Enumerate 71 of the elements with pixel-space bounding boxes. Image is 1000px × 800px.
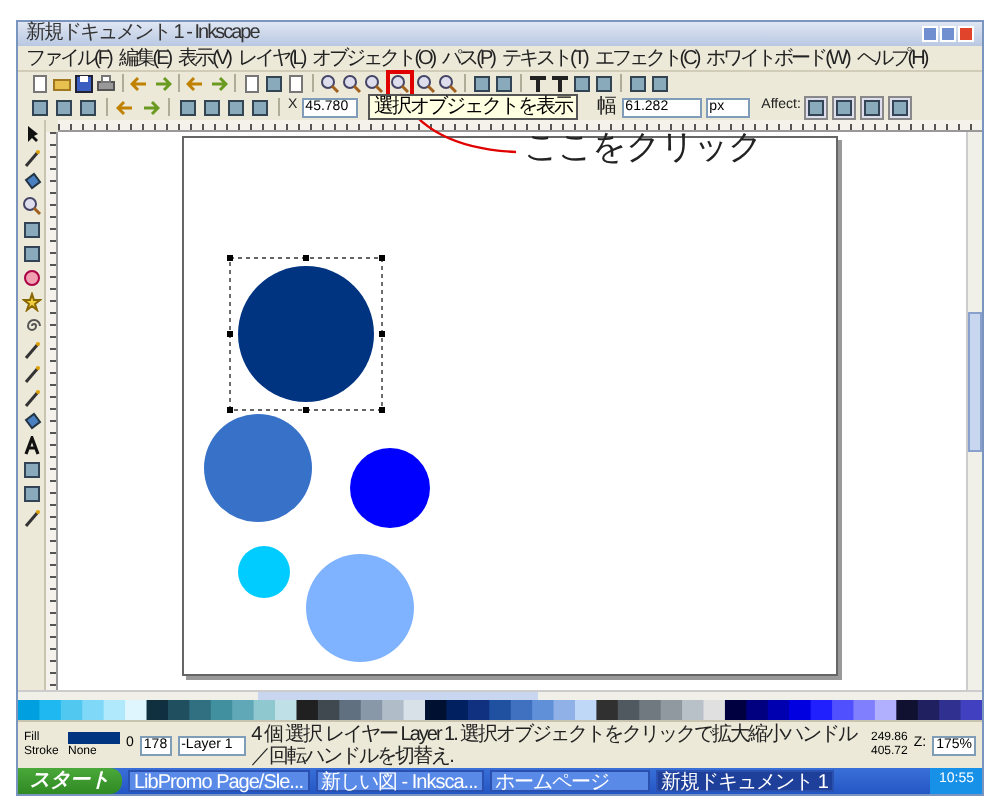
pen-icon[interactable]	[21, 508, 41, 528]
print-icon[interactable]	[96, 73, 116, 93]
document-icon[interactable]	[242, 73, 262, 93]
document-icon[interactable]	[286, 73, 306, 93]
square-icon[interactable]	[572, 73, 592, 93]
square-icon[interactable]	[21, 244, 41, 264]
circle-shape[interactable]	[204, 414, 312, 522]
square-icon[interactable]	[806, 97, 827, 117]
annotation-text: ここをクリック	[524, 128, 762, 168]
menu-item[interactable]: テキスト(T)	[502, 47, 587, 69]
square-icon[interactable]	[54, 97, 74, 117]
square-icon[interactable]	[494, 73, 514, 93]
menu-item[interactable]: オブジェクト(O)	[312, 47, 435, 69]
pen-icon[interactable]	[21, 388, 41, 408]
square-icon[interactable]	[21, 220, 41, 240]
fill-swatch[interactable]	[68, 732, 120, 744]
square-icon[interactable]	[21, 484, 41, 504]
menu-item[interactable]: 編集(E)	[118, 47, 171, 69]
zoom-icon[interactable]	[342, 73, 362, 93]
menu-item[interactable]: ホワイトボード(W)	[706, 47, 849, 69]
square-icon[interactable]	[21, 460, 41, 480]
color-palette[interactable]	[18, 700, 982, 720]
status-message: 4 個 選択 レイヤー Layer 1. 選択オブジェクトをクリックで拡大縮小ハンドル／回転ハンドルを切替え.	[251, 723, 860, 767]
spiral-icon[interactable]	[21, 316, 41, 336]
field-label: 幅	[597, 97, 618, 117]
square-icon[interactable]	[862, 97, 883, 117]
square-icon[interactable]	[250, 97, 270, 117]
menu-item[interactable]: ファイル(F)	[26, 47, 111, 69]
vertical-scrollbar[interactable]	[966, 132, 982, 690]
square-icon[interactable]	[594, 73, 614, 93]
square-icon[interactable]	[650, 73, 670, 93]
tooltip: 選択オブジェクトを表示	[368, 94, 578, 120]
undo-icon[interactable]	[130, 73, 150, 93]
zoom-icon[interactable]	[438, 73, 458, 93]
minimize-button[interactable]	[922, 26, 938, 42]
square-icon[interactable]	[202, 97, 222, 117]
zoom-icon[interactable]	[416, 73, 436, 93]
start-button[interactable]: スタート	[18, 768, 122, 794]
text-icon[interactable]	[21, 436, 41, 456]
zoom-icon[interactable]	[320, 73, 340, 93]
square-icon[interactable]	[890, 97, 911, 117]
maximize-button[interactable]	[940, 26, 956, 42]
star-icon[interactable]	[21, 292, 41, 312]
save-icon[interactable]	[74, 73, 94, 93]
square-icon[interactable]	[78, 97, 98, 117]
text-icon[interactable]	[528, 73, 548, 93]
pen-icon[interactable]	[21, 364, 41, 384]
ellipse-icon[interactable]	[21, 268, 41, 288]
square-icon[interactable]	[834, 97, 855, 117]
circle-shape[interactable]	[350, 448, 430, 528]
menu-item[interactable]: レイヤ(L)	[237, 47, 305, 69]
window-title: 新規ドキュメント 1 - Inkscape	[26, 24, 259, 44]
square-icon[interactable]	[226, 97, 246, 117]
square-icon[interactable]	[178, 97, 198, 117]
redo-icon[interactable]	[140, 97, 160, 117]
taskbar-button[interactable]: 新規ドキュメント 1	[655, 770, 834, 792]
close-button[interactable]	[958, 26, 974, 42]
menu-item[interactable]: エフェクト(C)	[594, 47, 699, 69]
pen-icon[interactable]	[21, 340, 41, 360]
menu-item[interactable]: パス(P)	[442, 47, 494, 69]
zoom-icon[interactable]	[21, 196, 41, 216]
square-icon[interactable]	[628, 73, 648, 93]
zoom-icon[interactable]	[364, 73, 384, 93]
menu-item[interactable]: 表示(V)	[178, 47, 230, 69]
square-icon[interactable]	[264, 73, 284, 93]
menu-item[interactable]: ヘルプ(H)	[856, 47, 927, 69]
square-icon[interactable]	[472, 73, 492, 93]
document-icon[interactable]	[30, 73, 50, 93]
square-icon[interactable]	[30, 97, 50, 117]
text-icon[interactable]	[550, 73, 570, 93]
pen-icon[interactable]	[21, 148, 41, 168]
